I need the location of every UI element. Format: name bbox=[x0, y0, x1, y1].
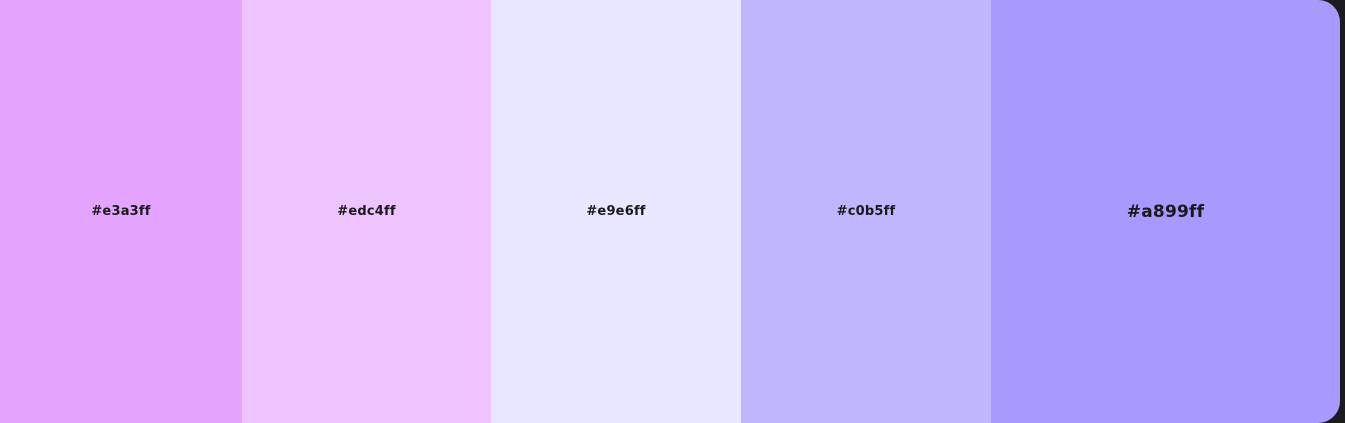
color-palette: #e3a3ff #edc4ff #e9e6ff #c0b5ff #a899ff bbox=[0, 0, 1340, 423]
swatch-hex-label: #edc4ff bbox=[337, 204, 396, 219]
swatch-hex-label: #c0b5ff bbox=[836, 204, 896, 219]
color-swatch-3[interactable]: #e9e6ff bbox=[491, 0, 741, 423]
color-swatch-1[interactable]: #e3a3ff bbox=[0, 0, 242, 423]
swatch-hex-label: #a899ff bbox=[1126, 201, 1205, 222]
color-swatch-2[interactable]: #edc4ff bbox=[242, 0, 491, 423]
color-swatch-4[interactable]: #c0b5ff bbox=[741, 0, 991, 423]
color-swatch-5[interactable]: #a899ff bbox=[991, 0, 1340, 423]
swatch-hex-label: #e3a3ff bbox=[91, 204, 151, 219]
swatch-hex-label: #e9e6ff bbox=[586, 204, 646, 219]
